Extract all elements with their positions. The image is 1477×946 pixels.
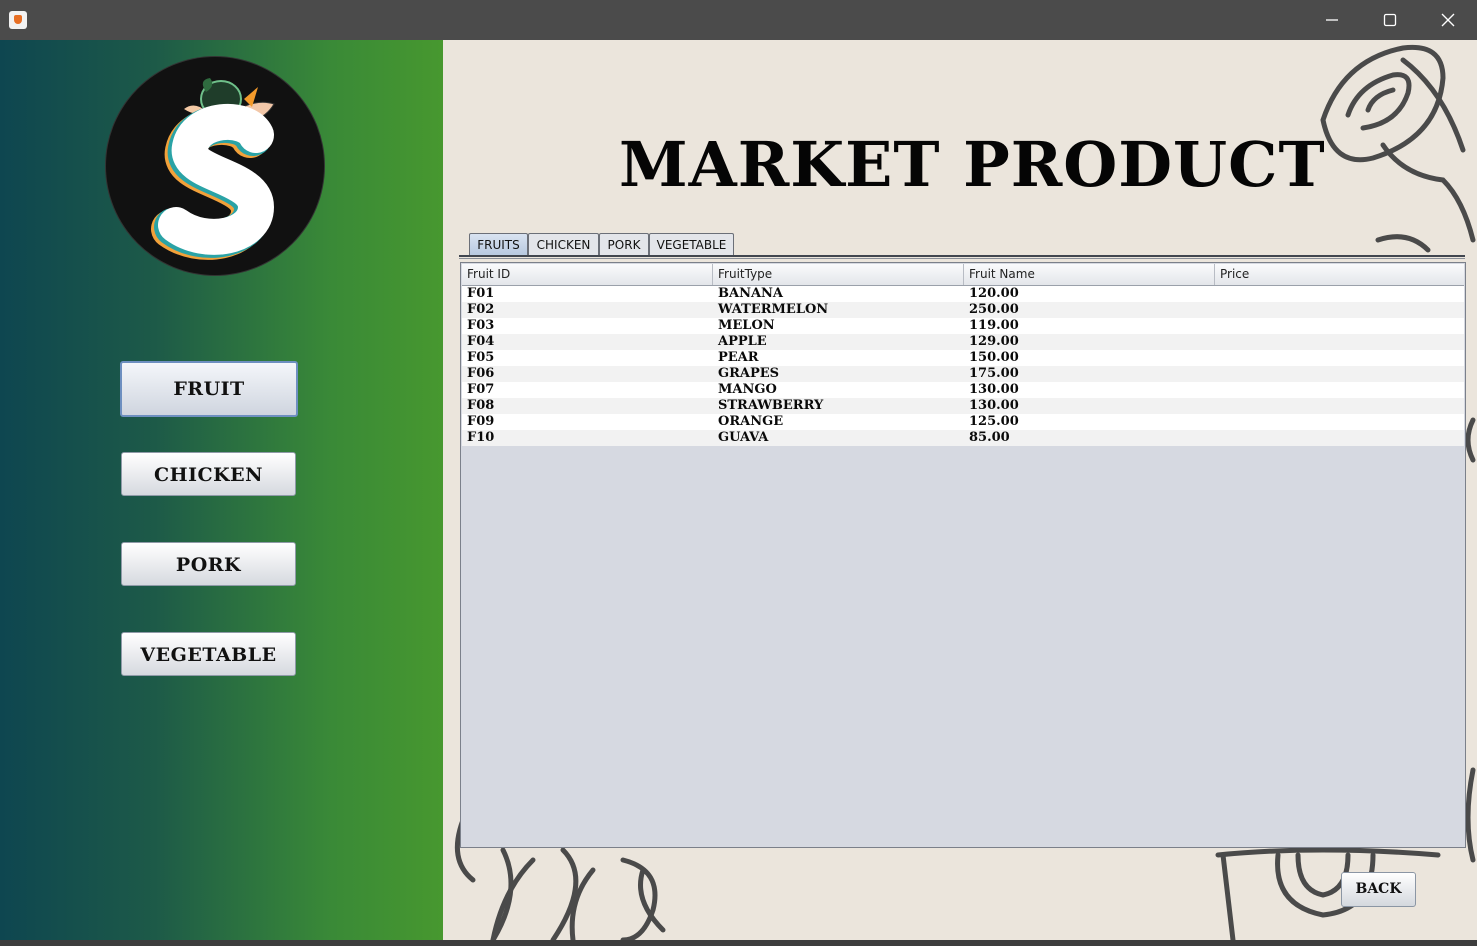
column-header-fruit-id[interactable]: Fruit ID (462, 264, 713, 285)
cell-fruit-name: 85.00 (969, 430, 1010, 445)
cell-fruit-type: WATERMELON (718, 302, 829, 317)
cell-fruit-id: F02 (467, 302, 495, 317)
cell-price (1215, 334, 1464, 350)
table-body: F01 BANANA 120.00 F02 WATERMELON 250.00 F03 MEL… (462, 286, 1464, 446)
cell-fruit-id: F06 (467, 366, 495, 381)
table-row[interactable]: F03 MELON 119.00 (462, 318, 1464, 334)
cell-fruit-name: 119.00 (969, 318, 1019, 333)
cell-fruit-name: 120.00 (969, 286, 1019, 301)
fruit-button[interactable]: FRUIT (120, 361, 298, 417)
cell-fruit-name: 125.00 (969, 414, 1019, 429)
cell-fruit-type: PEAR (718, 350, 759, 365)
table-row[interactable]: F04 APPLE 129.00 (462, 334, 1464, 350)
page-title: MARKET PRODUCT (619, 128, 1326, 201)
cell-price (1215, 398, 1464, 414)
java-app-icon (9, 11, 27, 29)
brand-logo (106, 57, 324, 275)
tab-divider (459, 255, 1465, 257)
close-button[interactable] (1419, 0, 1477, 40)
tab-pork[interactable]: PORK (599, 233, 649, 255)
table-row[interactable]: F09 ORANGE 125.00 (462, 414, 1464, 430)
maximize-button[interactable] (1361, 0, 1419, 40)
cell-fruit-name: 130.00 (969, 398, 1019, 413)
cell-fruit-id: F05 (467, 350, 495, 365)
cell-fruit-name: 150.00 (969, 350, 1019, 365)
vegetable-button[interactable]: VEGETABLE (121, 632, 296, 676)
cell-fruit-type: ORANGE (718, 414, 784, 429)
cell-price (1215, 302, 1464, 318)
tab-fruits[interactable]: FRUITS (469, 233, 528, 255)
cell-fruit-name: 250.00 (969, 302, 1019, 317)
table-row[interactable]: F10 GUAVA 85.00 (462, 430, 1464, 446)
tab-divider-shadow (459, 258, 1465, 259)
chicken-button[interactable]: CHICKEN (121, 452, 296, 496)
table-row[interactable]: F02 WATERMELON 250.00 (462, 302, 1464, 318)
cell-fruit-id: F08 (467, 398, 495, 413)
tab-chicken[interactable]: CHICKEN (528, 233, 599, 255)
cell-fruit-type: BANANA (718, 286, 784, 301)
cell-fruit-type: MELON (718, 318, 775, 333)
cell-price (1215, 318, 1464, 334)
window-titlebar (0, 0, 1477, 40)
main-panel: MARKET PRODUCT FRUITS CHICKEN PORK VEGET… (443, 40, 1477, 940)
table-row[interactable]: F08 STRAWBERRY 130.00 (462, 398, 1464, 414)
maximize-icon (1383, 13, 1397, 27)
sidebar: FRUIT CHICKEN PORK VEGETABLE (0, 40, 443, 940)
cell-fruit-id: F04 (467, 334, 495, 349)
cell-fruit-id: F09 (467, 414, 495, 429)
pork-button[interactable]: PORK (121, 542, 296, 586)
cell-fruit-type: GUAVA (718, 430, 769, 445)
cell-fruit-id: F07 (467, 382, 495, 397)
cell-fruit-id: F10 (467, 430, 495, 445)
back-button[interactable]: BACK (1341, 872, 1416, 907)
cell-fruit-id: F03 (467, 318, 495, 333)
cell-price (1215, 382, 1464, 398)
column-header-price[interactable]: Price (1215, 264, 1464, 285)
cell-fruit-name: 175.00 (969, 366, 1019, 381)
cell-fruit-type: STRAWBERRY (718, 398, 824, 413)
cell-fruit-name: 129.00 (969, 334, 1019, 349)
close-icon (1441, 13, 1455, 27)
column-header-fruit-type[interactable]: FruitType (713, 264, 964, 285)
cell-fruit-type: GRAPES (718, 366, 780, 381)
cell-fruit-name: 130.00 (969, 382, 1019, 397)
cell-price (1215, 366, 1464, 382)
minimize-icon (1326, 19, 1338, 21)
cell-fruit-type: MANGO (718, 382, 777, 397)
table-header: Fruit ID FruitType Fruit Name Price (462, 264, 1464, 286)
column-header-fruit-name[interactable]: Fruit Name (964, 264, 1215, 285)
minimize-button[interactable] (1303, 0, 1361, 40)
tab-vegetable[interactable]: VEGETABLE (649, 233, 734, 255)
cell-price (1215, 414, 1464, 430)
cell-fruit-type: APPLE (718, 334, 767, 349)
table-row[interactable]: F01 BANANA 120.00 (462, 286, 1464, 302)
cell-price (1215, 430, 1464, 446)
table-row[interactable]: F06 GRAPES 175.00 (462, 366, 1464, 382)
cell-price (1215, 350, 1464, 366)
window-bottom-edge (0, 940, 1477, 946)
cell-fruit-id: F01 (467, 286, 495, 301)
cell-price (1215, 286, 1464, 302)
product-table[interactable]: Fruit ID FruitType Fruit Name Price F01 B… (460, 262, 1466, 848)
table-row[interactable]: F07 MANGO 130.00 (462, 382, 1464, 398)
table-row[interactable]: F05 PEAR 150.00 (462, 350, 1464, 366)
